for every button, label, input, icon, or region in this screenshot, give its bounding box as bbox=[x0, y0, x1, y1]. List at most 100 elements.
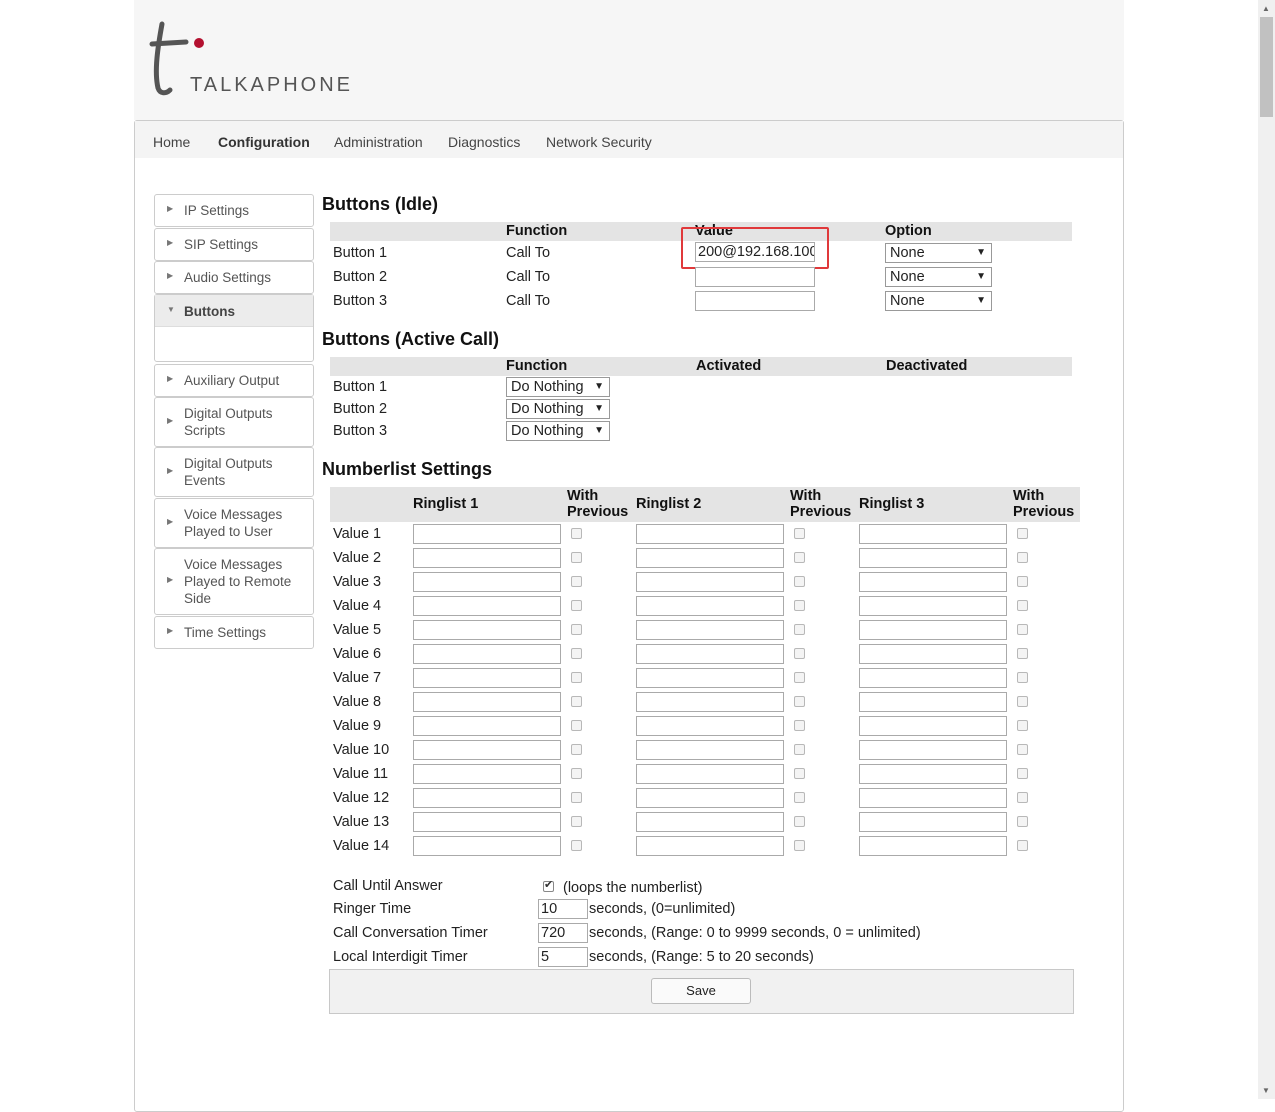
sidebar-item-audio-settings[interactable]: ▶ Audio Settings bbox=[154, 261, 314, 294]
with-previous-3-checkbox[interactable] bbox=[1017, 624, 1028, 635]
ringlist-1-input[interactable] bbox=[413, 524, 561, 544]
with-previous-1-checkbox[interactable] bbox=[571, 792, 582, 803]
ringlist-1-input[interactable] bbox=[413, 596, 561, 616]
ringlist-2-input[interactable] bbox=[636, 644, 784, 664]
button2-value-input[interactable] bbox=[695, 267, 815, 287]
save-button[interactable]: Save bbox=[651, 978, 751, 1004]
ringlist-3-input[interactable] bbox=[859, 620, 1007, 640]
with-previous-1-checkbox[interactable] bbox=[571, 720, 582, 731]
with-previous-2-checkbox[interactable] bbox=[794, 648, 805, 659]
ringlist-1-input[interactable] bbox=[413, 740, 561, 760]
nav-administration[interactable]: Administration bbox=[334, 134, 423, 150]
with-previous-3-checkbox[interactable] bbox=[1017, 720, 1028, 731]
with-previous-2-checkbox[interactable] bbox=[794, 768, 805, 779]
ringlist-1-input[interactable] bbox=[413, 764, 561, 784]
with-previous-3-checkbox[interactable] bbox=[1017, 576, 1028, 587]
with-previous-2-checkbox[interactable] bbox=[794, 744, 805, 755]
ringlist-3-input[interactable] bbox=[859, 644, 1007, 664]
ringlist-1-input[interactable] bbox=[413, 788, 561, 808]
with-previous-2-checkbox[interactable] bbox=[794, 552, 805, 563]
scroll-down-arrow-icon[interactable]: ▼ bbox=[1262, 1086, 1270, 1095]
button3-value-input[interactable] bbox=[695, 291, 815, 311]
with-previous-1-checkbox[interactable] bbox=[571, 672, 582, 683]
with-previous-3-checkbox[interactable] bbox=[1017, 552, 1028, 563]
ringlist-2-input[interactable] bbox=[636, 836, 784, 856]
with-previous-1-checkbox[interactable] bbox=[571, 696, 582, 707]
ringlist-1-input[interactable] bbox=[413, 620, 561, 640]
ringlist-2-input[interactable] bbox=[636, 572, 784, 592]
ringlist-3-input[interactable] bbox=[859, 668, 1007, 688]
interdigit-timer-input[interactable]: 5 bbox=[538, 947, 588, 967]
with-previous-3-checkbox[interactable] bbox=[1017, 792, 1028, 803]
ringlist-1-input[interactable] bbox=[413, 572, 561, 592]
sidebar-item-auxiliary-output[interactable]: ▶ Auxiliary Output bbox=[154, 364, 314, 397]
with-previous-3-checkbox[interactable] bbox=[1017, 816, 1028, 827]
active-button2-select[interactable]: Do Nothing ▼ bbox=[506, 399, 610, 419]
nav-network-security[interactable]: Network Security bbox=[546, 134, 652, 150]
ringlist-1-input[interactable] bbox=[413, 812, 561, 832]
sidebar-item-digital-outputs-events[interactable]: ▶ Digital Outputs Events bbox=[154, 447, 314, 497]
scrollbar[interactable] bbox=[1258, 0, 1275, 1099]
with-previous-1-checkbox[interactable] bbox=[571, 648, 582, 659]
with-previous-2-checkbox[interactable] bbox=[794, 840, 805, 851]
with-previous-3-checkbox[interactable] bbox=[1017, 672, 1028, 683]
active-button1-select[interactable]: Do Nothing ▼ bbox=[506, 377, 610, 397]
with-previous-2-checkbox[interactable] bbox=[794, 816, 805, 827]
ringlist-2-input[interactable] bbox=[636, 692, 784, 712]
with-previous-1-checkbox[interactable] bbox=[571, 744, 582, 755]
with-previous-3-checkbox[interactable] bbox=[1017, 528, 1028, 539]
with-previous-2-checkbox[interactable] bbox=[794, 576, 805, 587]
scroll-up-arrow-icon[interactable]: ▲ bbox=[1262, 4, 1270, 13]
ringlist-2-input[interactable] bbox=[636, 764, 784, 784]
nav-configuration[interactable]: Configuration bbox=[218, 134, 310, 150]
ringlist-1-input[interactable] bbox=[413, 836, 561, 856]
with-previous-1-checkbox[interactable] bbox=[571, 816, 582, 827]
scrollbar-thumb[interactable] bbox=[1260, 17, 1273, 117]
sidebar-item-voice-messages-user[interactable]: ▶ Voice Messages Played to User bbox=[154, 498, 314, 548]
ringlist-2-input[interactable] bbox=[636, 812, 784, 832]
ringlist-3-input[interactable] bbox=[859, 596, 1007, 616]
button2-option-select[interactable]: None ▼ bbox=[885, 267, 992, 287]
ringlist-2-input[interactable] bbox=[636, 596, 784, 616]
ringlist-2-input[interactable] bbox=[636, 524, 784, 544]
call-until-answer-checkbox[interactable] bbox=[543, 878, 554, 892]
with-previous-2-checkbox[interactable] bbox=[794, 720, 805, 731]
with-previous-1-checkbox[interactable] bbox=[571, 528, 582, 539]
ringlist-1-input[interactable] bbox=[413, 548, 561, 568]
with-previous-3-checkbox[interactable] bbox=[1017, 744, 1028, 755]
sidebar-item-ip-settings[interactable]: ▶ IP Settings bbox=[154, 194, 314, 227]
ringlist-1-input[interactable] bbox=[413, 716, 561, 736]
with-previous-2-checkbox[interactable] bbox=[794, 696, 805, 707]
with-previous-1-checkbox[interactable] bbox=[571, 552, 582, 563]
with-previous-2-checkbox[interactable] bbox=[794, 672, 805, 683]
ringlist-3-input[interactable] bbox=[859, 524, 1007, 544]
with-previous-1-checkbox[interactable] bbox=[571, 840, 582, 851]
ringlist-3-input[interactable] bbox=[859, 692, 1007, 712]
sidebar-item-sip-settings[interactable]: ▶ SIP Settings bbox=[154, 228, 314, 261]
ringer-time-input[interactable]: 10 bbox=[538, 899, 588, 919]
with-previous-3-checkbox[interactable] bbox=[1017, 648, 1028, 659]
ringlist-3-input[interactable] bbox=[859, 740, 1007, 760]
ringlist-1-input[interactable] bbox=[413, 644, 561, 664]
ringlist-3-input[interactable] bbox=[859, 716, 1007, 736]
with-previous-2-checkbox[interactable] bbox=[794, 528, 805, 539]
button1-option-select[interactable]: None ▼ bbox=[885, 243, 992, 263]
sidebar-item-voice-messages-remote[interactable]: ▶ Voice Messages Played to Remote Side bbox=[154, 548, 314, 615]
conversation-timer-input[interactable]: 720 bbox=[538, 923, 588, 943]
ringlist-2-input[interactable] bbox=[636, 620, 784, 640]
sidebar-item-buttons[interactable]: ▼ Buttons bbox=[154, 294, 314, 362]
ringlist-3-input[interactable] bbox=[859, 572, 1007, 592]
with-previous-1-checkbox[interactable] bbox=[571, 600, 582, 611]
with-previous-1-checkbox[interactable] bbox=[571, 576, 582, 587]
ringlist-1-input[interactable] bbox=[413, 692, 561, 712]
ringlist-3-input[interactable] bbox=[859, 812, 1007, 832]
with-previous-2-checkbox[interactable] bbox=[794, 600, 805, 611]
with-previous-2-checkbox[interactable] bbox=[794, 624, 805, 635]
with-previous-1-checkbox[interactable] bbox=[571, 624, 582, 635]
ringlist-2-input[interactable] bbox=[636, 668, 784, 688]
with-previous-1-checkbox[interactable] bbox=[571, 768, 582, 779]
ringlist-3-input[interactable] bbox=[859, 836, 1007, 856]
nav-diagnostics[interactable]: Diagnostics bbox=[448, 134, 520, 150]
nav-home[interactable]: Home bbox=[153, 134, 190, 150]
button3-option-select[interactable]: None ▼ bbox=[885, 291, 992, 311]
